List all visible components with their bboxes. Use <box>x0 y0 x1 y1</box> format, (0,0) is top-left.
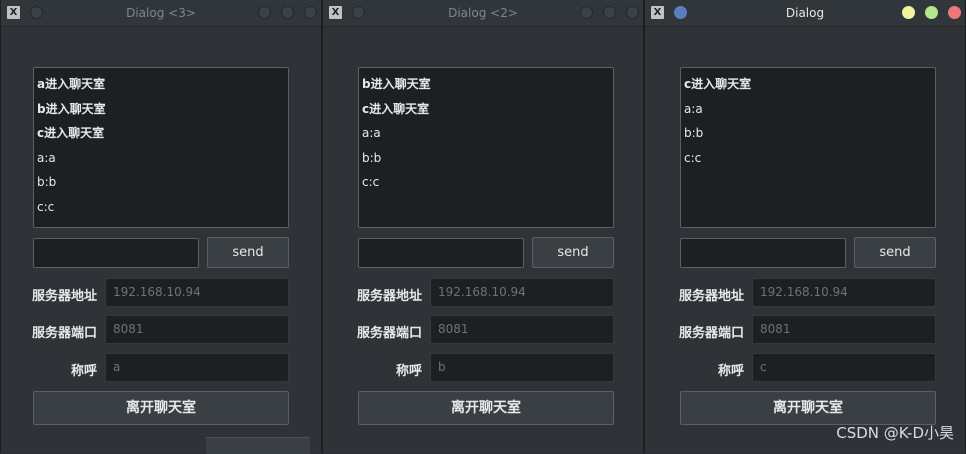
chat-line: c:c <box>37 199 55 214</box>
nickname-field[interactable]: b <box>430 353 614 382</box>
message-input[interactable] <box>33 238 199 268</box>
server-port-field[interactable]: 8081 <box>752 315 936 344</box>
chat-line: b:b <box>362 150 382 165</box>
dialog-window-1: X Dialog c进入聊天室 a:a b:b c:c send 服务器地址 1… <box>644 0 966 453</box>
chat-line: c进入聊天室 <box>37 126 105 140</box>
window-title: Dialog <box>785 6 825 20</box>
minimize-icon[interactable] <box>902 6 915 19</box>
chat-line: b:b <box>37 175 57 189</box>
minimize-icon[interactable] <box>258 6 271 19</box>
chat-line: b:b <box>684 126 704 140</box>
titlebar[interactable]: X Dialog <3> <box>1 0 321 27</box>
server-address-field[interactable]: 192.168.10.94 <box>752 278 936 307</box>
titlebar[interactable]: X Dialog <box>645 0 965 27</box>
send-button[interactable]: send <box>532 237 614 268</box>
send-button[interactable]: send <box>854 237 936 268</box>
window-title: Dialog <3> <box>126 6 196 20</box>
maximize-icon[interactable] <box>925 6 938 19</box>
close-icon[interactable] <box>948 6 961 19</box>
chat-log[interactable]: b进入聊天室 c进入聊天室 a:a b:b c:c <box>358 67 614 228</box>
server-address-label: 服务器地址 <box>31 289 97 304</box>
chat-line: c:c <box>684 150 702 165</box>
background-widget <box>206 437 310 454</box>
chat-line: a:a <box>684 101 703 116</box>
server-address-label: 服务器地址 <box>678 289 744 304</box>
close-icon[interactable] <box>304 6 317 19</box>
maximize-icon[interactable] <box>281 6 294 19</box>
dialog-window-3: X Dialog <3> a进入聊天室 b进入聊天室 c进入聊天室 a:a b:… <box>0 0 322 454</box>
chat-line: c:c <box>362 175 380 189</box>
nickname-field[interactable]: a <box>105 353 289 382</box>
chat-line: b进入聊天室 <box>37 101 106 116</box>
nickname-field[interactable]: c <box>752 353 936 382</box>
server-port-label: 服务器端口 <box>356 326 422 341</box>
chat-line: a:a <box>37 150 56 165</box>
server-port-field[interactable]: 8081 <box>105 315 289 344</box>
send-button[interactable]: send <box>207 237 289 268</box>
dialog-window-2: X Dialog <2> b进入聊天室 c进入聊天室 a:a b:b c:c s… <box>322 0 644 453</box>
nickname-label: 称呼 <box>717 364 744 379</box>
server-port-label: 服务器端口 <box>31 326 97 341</box>
leave-chatroom-button[interactable]: 离开聊天室 <box>358 391 614 425</box>
nickname-label: 称呼 <box>395 364 422 379</box>
close-icon[interactable] <box>626 6 639 19</box>
server-address-label: 服务器地址 <box>356 289 422 304</box>
message-input[interactable] <box>680 238 846 268</box>
minimize-icon[interactable] <box>580 6 593 19</box>
titlebar[interactable]: X Dialog <2> <box>323 0 643 27</box>
watermark: CSDN @K-D小昊 <box>836 424 954 442</box>
server-address-field[interactable]: 192.168.10.94 <box>105 278 289 307</box>
nickname-label: 称呼 <box>70 364 97 379</box>
maximize-icon[interactable] <box>603 6 616 19</box>
chat-log[interactable]: a进入聊天室 b进入聊天室 c进入聊天室 a:a b:b c:c <box>33 67 289 228</box>
server-port-label: 服务器端口 <box>678 326 744 341</box>
server-port-field[interactable]: 8081 <box>430 315 614 344</box>
leave-chatroom-button[interactable]: 离开聊天室 <box>33 391 289 425</box>
chat-log[interactable]: c进入聊天室 a:a b:b c:c <box>680 67 936 228</box>
chat-line: a进入聊天室 <box>37 77 106 91</box>
message-input[interactable] <box>358 238 524 268</box>
chat-line: c进入聊天室 <box>362 101 430 116</box>
server-address-field[interactable]: 192.168.10.94 <box>430 278 614 307</box>
chat-line: a:a <box>362 126 381 140</box>
chat-line: c进入聊天室 <box>684 77 752 91</box>
chat-line: b进入聊天室 <box>362 77 431 91</box>
window-title: Dialog <2> <box>448 6 518 20</box>
leave-chatroom-button[interactable]: 离开聊天室 <box>680 391 936 425</box>
